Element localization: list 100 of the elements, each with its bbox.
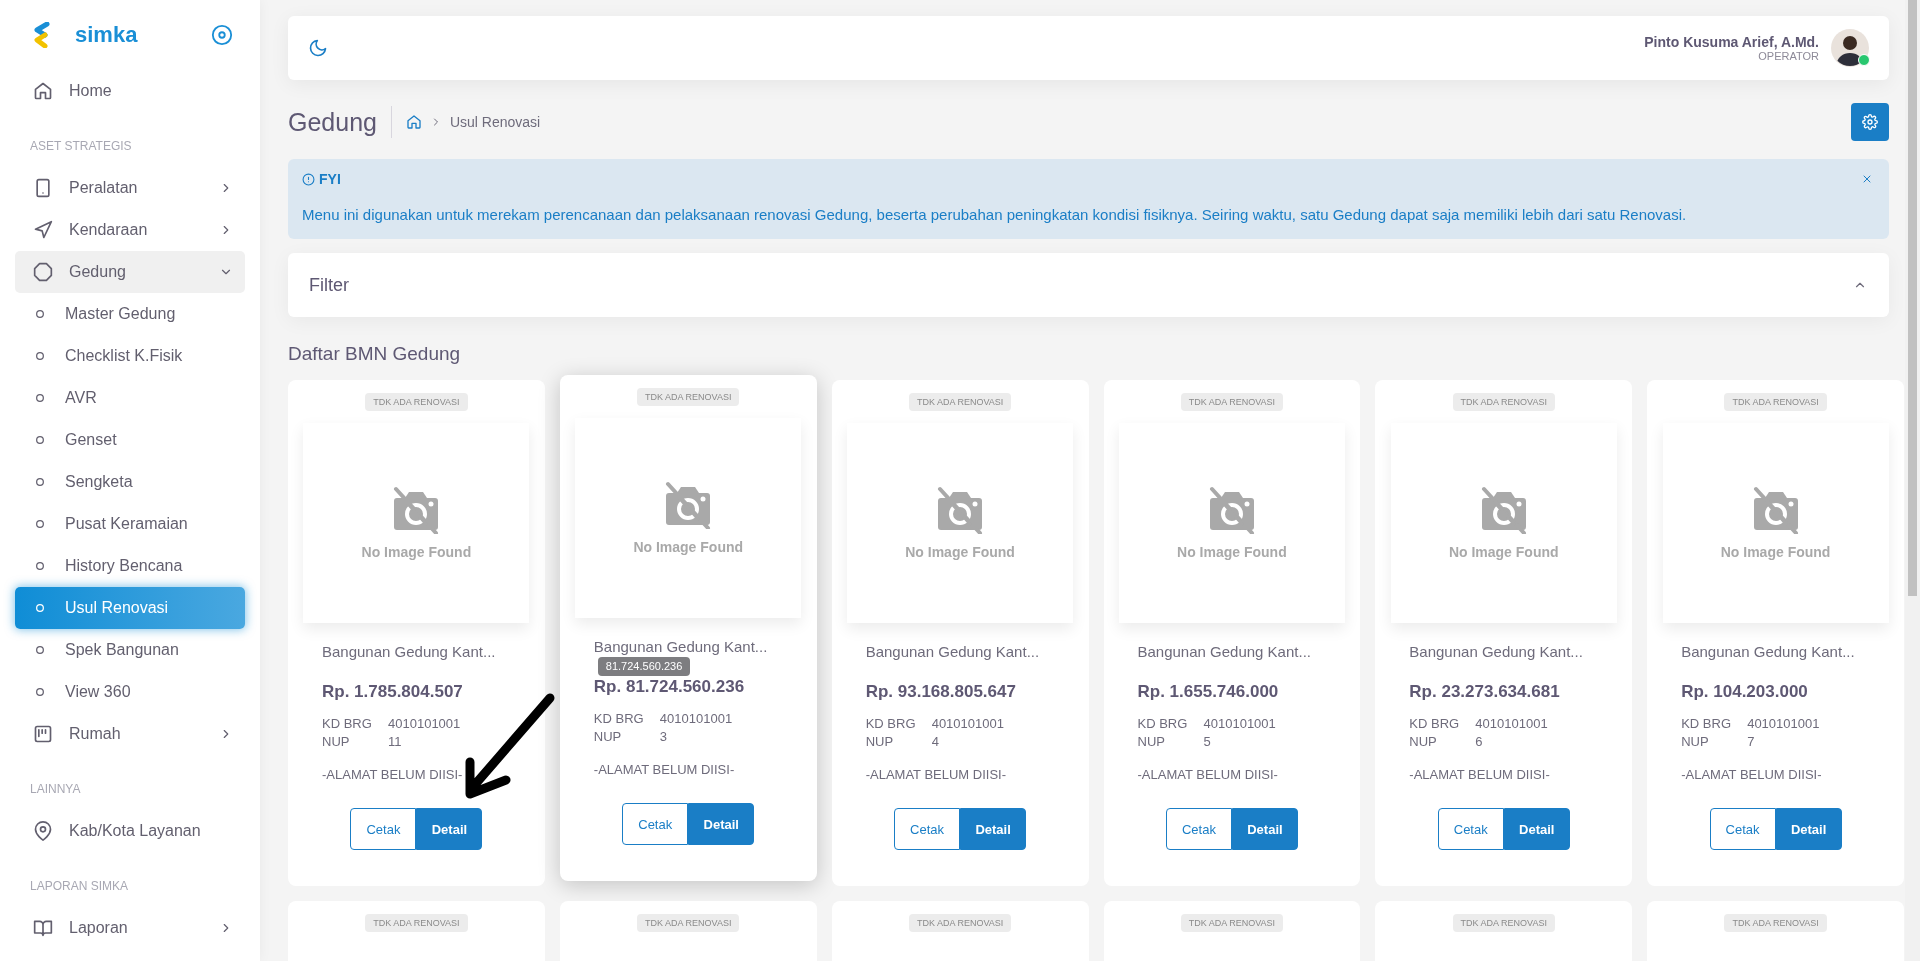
no-image-text: No Image Found <box>1448 544 1559 560</box>
detail-button[interactable]: Detail <box>1775 808 1842 850</box>
filter-panel[interactable]: Filter <box>288 253 1889 317</box>
field-value: 6 <box>1475 734 1484 749</box>
section-title: Daftar BMN Gedung <box>288 343 462 365</box>
tablet-icon <box>33 178 53 198</box>
target-icon[interactable] <box>211 24 233 46</box>
status-badge: TDK ADA RENOVASI <box>1180 914 1284 932</box>
detail-button[interactable]: Detail <box>416 808 483 850</box>
address-text: -ALAMAT BELUM DIISI- <box>1680 767 1823 782</box>
field-label: NUP <box>1681 734 1710 749</box>
price-text: Rp. 104.203.000 <box>1681 682 1809 702</box>
nav-item[interactable]: Checklist K.Fisik <box>15 335 245 377</box>
field-label: NUP <box>322 734 351 749</box>
building-name: Bangunan Gedung Kant... <box>321 643 497 660</box>
circle-icon <box>35 477 45 487</box>
status-badge: TDK ADA RENOVASI <box>1724 393 1827 411</box>
nav-item[interactable]: Spek Bangunan <box>15 629 245 671</box>
settings-button[interactable] <box>1851 103 1889 141</box>
building-name: Bangunan Gedung Kant... <box>1680 643 1856 660</box>
building-name: Bangunan Gedung Kant... <box>1408 643 1584 660</box>
moon-icon[interactable] <box>308 38 328 58</box>
field-label: NUP <box>1409 734 1438 749</box>
status-badge: TDK ADA RENOVASI <box>1724 914 1827 932</box>
field-value: 4010101001 <box>388 716 462 731</box>
price-text: Rp. 93.168.805.647 <box>865 682 1017 702</box>
price-text: Rp. 23.273.634.681 <box>1409 682 1561 702</box>
field-value: 4010101001 <box>931 716 1005 731</box>
print-button[interactable]: Cetak <box>350 808 417 850</box>
circle-icon <box>35 435 45 445</box>
status-badge: TDK ADA RENOVASI <box>1452 914 1555 932</box>
nav-item[interactable]: Usul Renovasi <box>15 587 245 629</box>
print-button[interactable]: Cetak <box>1709 808 1776 850</box>
camera-off-icon <box>1752 486 1799 534</box>
nav-item[interactable]: Master Gedung <box>15 293 245 335</box>
close-icon[interactable] <box>1861 173 1873 185</box>
filter-title: Filter <box>309 274 349 296</box>
detail-button[interactable]: Detail <box>1503 808 1570 850</box>
settings-icon <box>1862 114 1878 130</box>
circle-icon <box>35 393 45 403</box>
status-badge: TDK ADA RENOVASI <box>1180 393 1284 411</box>
nav-item[interactable]: History Bencana <box>15 545 245 587</box>
breadcrumb-item[interactable]: Usul Renovasi <box>449 114 541 130</box>
map-pin-icon <box>33 821 53 841</box>
logo-icon <box>33 22 51 48</box>
print-button[interactable]: Cetak <box>1165 808 1232 850</box>
address-text: -ALAMAT BELUM DIISI- <box>1136 767 1279 782</box>
detail-button[interactable]: Detail <box>688 803 755 845</box>
alert-title: FYI <box>319 171 341 187</box>
building-name: Bangunan Gedung Kant... <box>592 638 769 655</box>
print-button[interactable]: Cetak <box>894 808 961 850</box>
nav-item[interactable]: AVR <box>15 377 245 419</box>
section-heading: ASET STRATEGIS <box>29 139 133 153</box>
nav-item[interactable]: Laporan <box>15 907 245 949</box>
no-image-text: No Image Found <box>905 544 1015 560</box>
nav-item[interactable]: Kab/Kota Layanan <box>15 810 245 852</box>
navigation-icon <box>33 220 53 240</box>
nav-item[interactable]: Rumah <box>15 713 245 755</box>
camera-off-icon <box>1480 486 1527 534</box>
field-value: 5 <box>1203 734 1212 749</box>
circle-icon <box>35 309 45 319</box>
nav-item[interactable]: Pusat Keramaian <box>15 503 245 545</box>
status-badge: TDK ADA RENOVASI <box>908 393 1012 411</box>
status-badge: TDK ADA RENOVASI <box>365 393 468 411</box>
field-value: 4 <box>931 734 940 749</box>
nav-item[interactable]: View 360 <box>15 671 245 713</box>
camera-off-icon <box>665 481 712 529</box>
detail-button[interactable]: Detail <box>960 808 1027 850</box>
print-button[interactable]: Cetak <box>622 803 689 845</box>
field-value: 7 <box>1747 734 1756 749</box>
circle-icon <box>35 687 45 697</box>
field-label: KD BRG <box>593 711 645 726</box>
status-badge: TDK ADA RENOVASI <box>637 914 740 932</box>
avatar[interactable] <box>1831 29 1869 67</box>
detail-button[interactable]: Detail <box>1231 808 1298 850</box>
price-text: Rp. 81.724.560.236 <box>593 677 746 697</box>
book-icon <box>33 918 53 938</box>
section-heading: LAPORAN SIMKA <box>29 879 130 893</box>
address-text: -ALAMAT BELUM DIISI- <box>592 762 736 777</box>
circle-icon <box>35 561 45 571</box>
no-image-text: No Image Found <box>361 544 472 560</box>
nav-item[interactable]: Kendaraan <box>15 209 245 251</box>
field-label: KD BRG <box>1681 716 1732 731</box>
status-badge: TDK ADA RENOVASI <box>365 914 468 932</box>
print-button[interactable]: Cetak <box>1437 808 1504 850</box>
circle-icon <box>35 603 45 613</box>
field-value: 4010101001 <box>659 711 734 726</box>
no-image-text: No Image Found <box>1177 544 1287 560</box>
nav-item[interactable]: Peralatan <box>15 167 245 209</box>
nav-item[interactable]: Sengketa <box>15 461 245 503</box>
nav-item[interactable]: Gedung <box>15 251 245 293</box>
section-heading: LAINNYA <box>29 782 82 796</box>
page-title: Gedung <box>288 107 377 137</box>
field-value: 4010101001 <box>1475 716 1549 731</box>
nav-item[interactable]: Genset <box>15 419 245 461</box>
nav-item[interactable]: Home <box>15 70 245 112</box>
home-icon[interactable] <box>405 114 422 130</box>
address-text: -ALAMAT BELUM DIISI- <box>1408 767 1551 782</box>
price-text: Rp. 1.785.804.507 <box>322 682 464 702</box>
field-value: 11 <box>388 734 403 749</box>
